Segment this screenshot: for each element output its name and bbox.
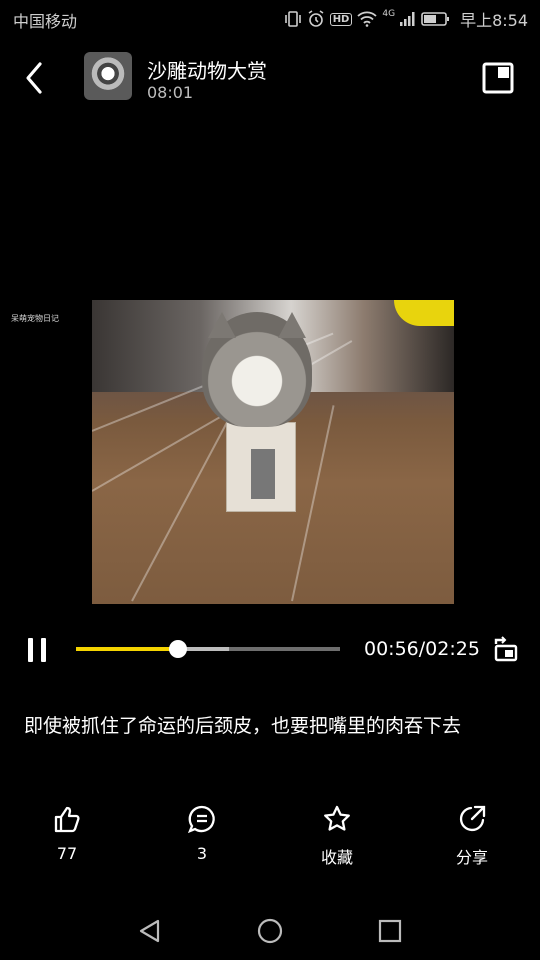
share-button[interactable]: 分享 [432, 804, 512, 868]
alarm-icon [308, 10, 324, 27]
comment-button[interactable]: 3 [162, 804, 242, 863]
nav-home-icon[interactable] [257, 918, 283, 944]
cat [202, 312, 312, 427]
like-button[interactable]: 77 [27, 804, 107, 863]
cat-ear [208, 312, 236, 338]
network-type: 4G [382, 9, 396, 19]
clock: 早上8:54 [460, 11, 528, 30]
seek-bar[interactable] [76, 640, 340, 658]
floor-line [291, 405, 335, 602]
video-caption: 即使被抓住了命运的后颈皮，也要把嘴里的肉吞下去 [24, 715, 462, 737]
cardboard-box [226, 422, 296, 512]
status-icons: HD 4G 早上8:54 [284, 7, 528, 31]
cat-ear [278, 312, 306, 338]
system-nav-bar [0, 900, 540, 960]
comment-count: 3 [196, 844, 208, 863]
seek-thumb[interactable] [169, 640, 188, 658]
video-duration: 08:01 [147, 83, 194, 102]
nav-recents-icon[interactable] [377, 918, 403, 944]
video-watermark: 呆萌宠物日记 [11, 314, 59, 323]
video-header: 沙雕动物大赏 08:01 [0, 44, 540, 114]
player-controls: 00:56/02:25 [0, 628, 540, 672]
status-bar: 中国移动 HD 4G 早上8:54 [0, 0, 540, 36]
vibrate-icon [284, 11, 301, 27]
nav-back-icon[interactable] [137, 918, 163, 944]
channel-title[interactable]: 沙雕动物大赏 [147, 55, 267, 84]
rotate-screen-icon[interactable] [492, 636, 520, 664]
signal-icon [400, 12, 415, 26]
share-label: 分享 [455, 848, 488, 867]
comment-icon [187, 805, 215, 834]
back-arrow-icon[interactable] [20, 60, 50, 96]
picture-in-picture-icon[interactable] [482, 62, 514, 94]
action-bar: 77 3 收藏 分享 [0, 804, 540, 874]
channel-avatar[interactable] [84, 52, 132, 100]
hd-badge: HD [329, 12, 353, 26]
star-icon [324, 805, 350, 831]
favorite-button[interactable]: 收藏 [297, 804, 377, 868]
battery-icon [421, 12, 450, 26]
video-frame[interactable] [92, 300, 454, 604]
played-bar [76, 647, 179, 651]
wifi-icon [357, 11, 377, 27]
thumbs-up-icon [54, 806, 80, 833]
carrier-name: 中国移动 [13, 12, 78, 31]
time-display: 00:56/02:25 [364, 638, 480, 660]
favorite-label: 收藏 [320, 848, 353, 867]
share-icon [459, 805, 486, 832]
pause-button[interactable] [26, 638, 50, 662]
box-barcode [251, 449, 275, 499]
like-count: 77 [56, 844, 78, 863]
